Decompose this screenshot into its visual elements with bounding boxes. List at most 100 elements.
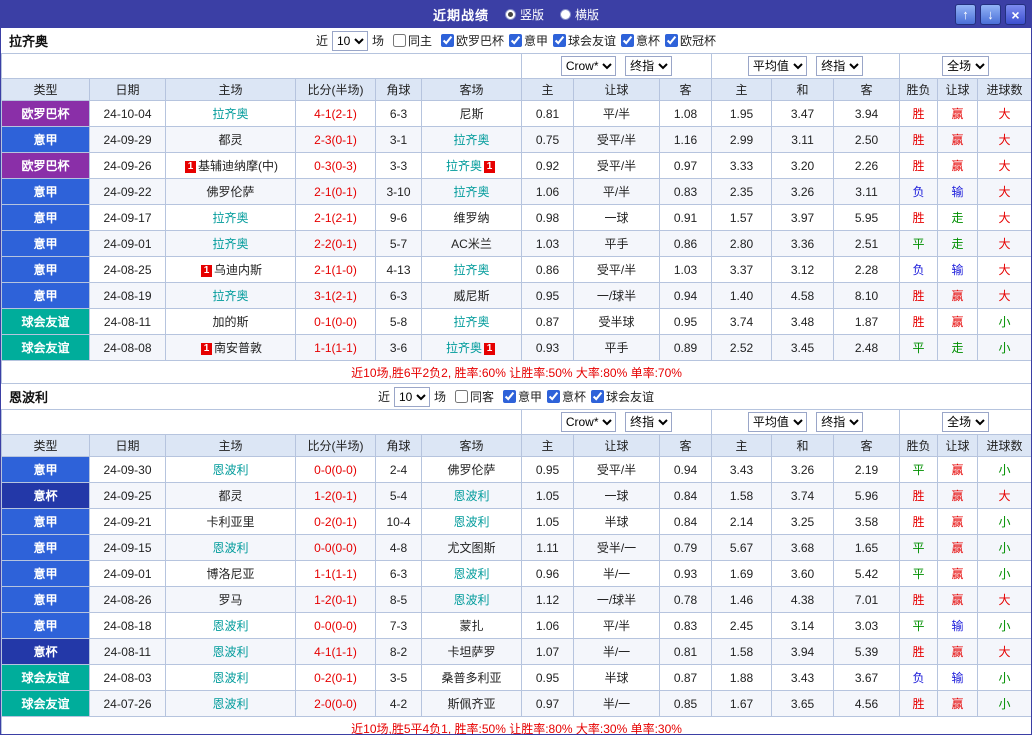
team-name: 拉齐奥 (453, 263, 489, 277)
league-filter[interactable]: 欧冠杯 (665, 32, 716, 49)
result: 胜 (900, 205, 938, 231)
europe-index-select[interactable]: 终指 (816, 56, 863, 76)
corners: 5-4 (376, 483, 422, 509)
col-euro-home: 主 (712, 435, 772, 457)
layout-horizontal-radio[interactable]: 横版 (560, 6, 599, 23)
league-filter[interactable]: 欧罗巴杯 (441, 32, 504, 49)
average-select[interactable]: 平均值 (748, 56, 807, 76)
match-row: 意甲24-08-251乌迪内斯2-1(1-0)4-13拉齐奥0.86受平/半1.… (2, 257, 1032, 283)
result: 平 (900, 561, 938, 587)
same-venue-checkbox[interactable] (393, 34, 406, 47)
league-checkbox[interactable] (509, 34, 522, 47)
same-venue-checkbox[interactable] (455, 390, 468, 403)
odds-away: 3.03 (834, 613, 900, 639)
league-checkbox[interactable] (553, 34, 566, 47)
match-count-select[interactable]: 10 (394, 387, 430, 407)
handicap-result: 赢 (938, 457, 978, 483)
league-label: 欧冠杯 (680, 32, 716, 49)
same-venue-filter[interactable]: 同客 (455, 388, 494, 405)
radio-selected-icon[interactable] (505, 9, 516, 20)
odds-away: 2.48 (834, 335, 900, 361)
league-filter[interactable]: 球会友谊 (591, 388, 654, 405)
radio-unselected-icon[interactable] (560, 9, 571, 20)
col-score: 比分(半场) (296, 79, 376, 101)
handicap-index-select[interactable]: 终指 (625, 56, 672, 76)
handicap-home-odds: 0.95 (522, 665, 574, 691)
handicap-home-odds: 1.05 (522, 483, 574, 509)
odds-away: 3.58 (834, 509, 900, 535)
league-checkbox[interactable] (547, 390, 560, 403)
team-name: 拉齐奥 (212, 289, 248, 303)
blank-header-cell (2, 54, 522, 79)
league-filter[interactable]: 意杯 (547, 388, 586, 405)
league-label: 球会友谊 (606, 388, 654, 405)
league-checkbox[interactable] (621, 34, 634, 47)
scroll-down-button[interactable]: ↓ (980, 4, 1001, 25)
handicap-line: 一球 (574, 483, 660, 509)
corners: 8-5 (376, 587, 422, 613)
bookmaker-select[interactable]: Crow* (561, 56, 616, 76)
europe-index-select[interactable]: 终指 (816, 412, 863, 432)
league-filter[interactable]: 意甲 (503, 388, 542, 405)
league-filter[interactable]: 意杯 (621, 32, 660, 49)
filter-bar: 近 10 场 同客 意甲意杯球会友谊 (378, 387, 654, 407)
handicap-away-odds: 1.08 (660, 101, 712, 127)
handicap-away-odds: 0.84 (660, 483, 712, 509)
league-badge: 欧罗巴杯 (2, 101, 90, 127)
col-goals: 进球数 (978, 435, 1032, 457)
handicap-home-odds: 0.81 (522, 101, 574, 127)
match-date: 24-09-01 (90, 231, 166, 257)
handicap-result: 赢 (938, 483, 978, 509)
score: 2-1(0-1) (296, 179, 376, 205)
handicap-home-odds: 0.87 (522, 309, 574, 335)
layout-vertical-radio[interactable]: 竖版 (505, 6, 544, 23)
result: 胜 (900, 309, 938, 335)
goals-result: 大 (978, 257, 1032, 283)
handicap-odds-config: Crow* 终指 (522, 410, 712, 435)
match-row: 意甲24-09-30恩波利0-0(0-0)2-4佛罗伦萨0.95受平/半0.94… (2, 457, 1032, 483)
league-checkbox[interactable] (665, 34, 678, 47)
odds-draw: 4.58 (772, 283, 834, 309)
match-date: 24-09-15 (90, 535, 166, 561)
league-checkbox[interactable] (503, 390, 516, 403)
col-asian-home: 主 (522, 435, 574, 457)
scroll-up-button[interactable]: ↑ (955, 4, 976, 25)
match-date: 24-09-30 (90, 457, 166, 483)
league-checkbox[interactable] (591, 390, 604, 403)
title-group: 近期战绩 竖版 横版 (433, 5, 599, 24)
average-select[interactable]: 平均值 (748, 412, 807, 432)
odds-home: 1.88 (712, 665, 772, 691)
handicap-line: 受平/半 (574, 127, 660, 153)
handicap-home-odds: 0.75 (522, 127, 574, 153)
handicap-away-odds: 0.85 (660, 691, 712, 717)
score: 0-2(0-1) (296, 665, 376, 691)
league-filter[interactable]: 意甲 (509, 32, 548, 49)
goals-result: 大 (978, 283, 1032, 309)
league-label: 意杯 (636, 32, 660, 49)
close-button[interactable]: × (1005, 4, 1026, 25)
handicap-line: 受平/半 (574, 457, 660, 483)
match-row: 意甲24-09-22佛罗伦萨2-1(0-1)3-10拉齐奥1.06平/半0.83… (2, 179, 1032, 205)
bookmaker-select[interactable]: Crow* (561, 412, 616, 432)
handicap-line: 平/半 (574, 613, 660, 639)
same-venue-filter[interactable]: 同主 (393, 32, 432, 49)
handicap-result: 赢 (938, 101, 978, 127)
full-match-select[interactable]: 全场 (942, 412, 989, 432)
match-count-select[interactable]: 10 (332, 31, 368, 51)
match-date: 24-09-22 (90, 179, 166, 205)
col-league-type: 类型 (2, 435, 90, 457)
odds-config-row: Crow* 终指 平均值 终指 全场 (2, 54, 1032, 79)
league-checkbox[interactable] (441, 34, 454, 47)
full-match-select[interactable]: 全场 (942, 56, 989, 76)
away-team: 卡坦萨罗 (422, 639, 522, 665)
handicap-index-select[interactable]: 终指 (625, 412, 672, 432)
score: 1-1(1-1) (296, 335, 376, 361)
odds-draw: 3.43 (772, 665, 834, 691)
odds-draw: 3.60 (772, 561, 834, 587)
away-team: 拉齐奥 (422, 309, 522, 335)
league-filter[interactable]: 球会友谊 (553, 32, 616, 49)
odds-home: 3.43 (712, 457, 772, 483)
odds-home: 5.67 (712, 535, 772, 561)
league-badge: 球会友谊 (2, 309, 90, 335)
match-date: 24-08-25 (90, 257, 166, 283)
